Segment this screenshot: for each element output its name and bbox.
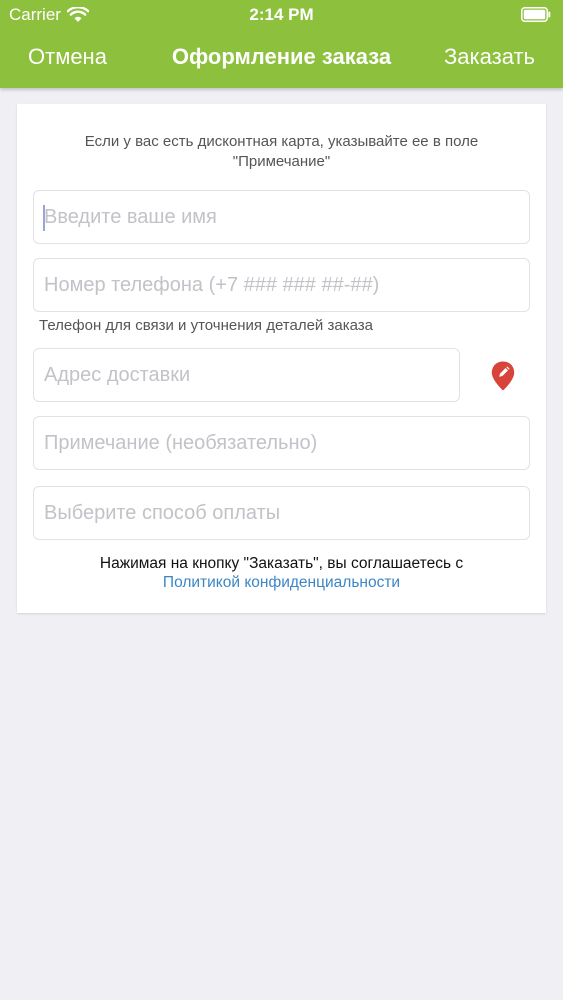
name-input[interactable] bbox=[34, 191, 529, 243]
address-field[interactable] bbox=[33, 348, 460, 402]
order-button[interactable]: Заказать bbox=[444, 44, 535, 70]
payment-method-input[interactable] bbox=[34, 487, 529, 539]
phone-field[interactable] bbox=[33, 258, 530, 312]
status-bar: Carrier 2:14 PM bbox=[0, 0, 563, 30]
name-field[interactable] bbox=[33, 190, 530, 244]
agreement-text: Нажимая на кнопку "Заказать", вы соглаша… bbox=[99, 555, 464, 572]
order-form-card: Если у вас есть дисконтная карта, указыв… bbox=[17, 104, 546, 613]
status-time: 2:14 PM bbox=[249, 5, 314, 24]
phone-input[interactable] bbox=[34, 259, 529, 311]
text-cursor bbox=[43, 205, 45, 231]
discount-hint: Если у вас есть дисконтная карта, указыв… bbox=[84, 133, 479, 170]
map-pin-icon[interactable] bbox=[491, 361, 515, 391]
privacy-policy-link[interactable]: Политикой конфиденциальности bbox=[17, 574, 546, 592]
cancel-button[interactable]: Отмена bbox=[28, 44, 107, 70]
comment-field[interactable] bbox=[33, 416, 530, 470]
address-input[interactable] bbox=[34, 349, 459, 401]
nav-bar: Отмена Оформление заказа Заказать bbox=[0, 30, 563, 86]
comment-input[interactable] bbox=[34, 417, 529, 469]
phone-note: Телефон для связи и уточнения деталей за… bbox=[39, 317, 373, 334]
top-bar: Carrier 2:14 PM Отмена Оформление заказа… bbox=[0, 0, 563, 88]
payment-method-select[interactable] bbox=[33, 486, 530, 540]
battery-icon bbox=[521, 7, 551, 22]
